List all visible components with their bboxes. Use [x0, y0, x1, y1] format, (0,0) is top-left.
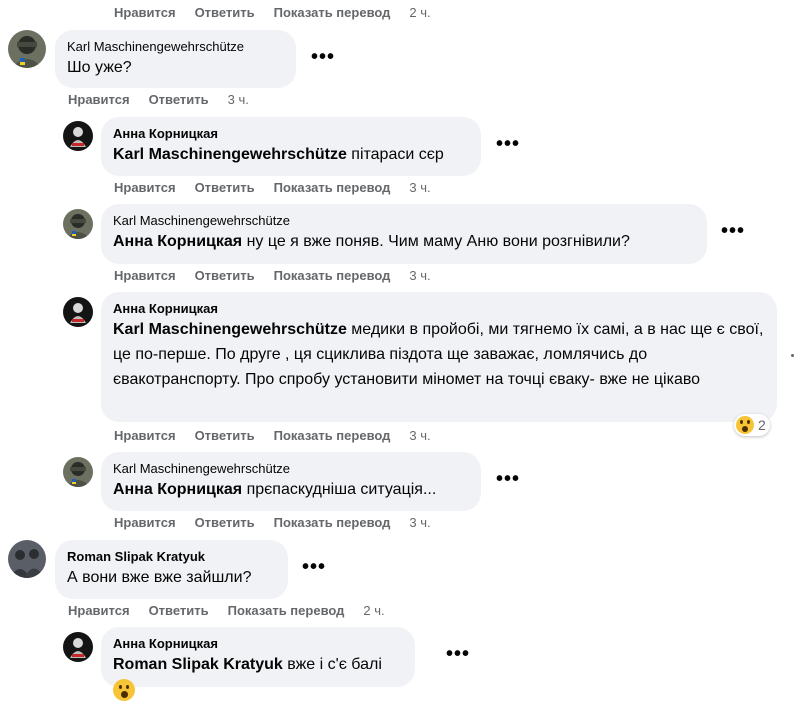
- wow-emoji-icon: [736, 416, 754, 434]
- avatar[interactable]: [8, 30, 46, 68]
- reply-button[interactable]: Ответить: [195, 268, 255, 283]
- mention-link[interactable]: Анна Корницкая: [113, 233, 242, 250]
- comment-text: прєпаскудніша ситуація...: [242, 481, 437, 498]
- comment-author[interactable]: Анна Корницкая: [113, 125, 469, 142]
- like-button[interactable]: Нравится: [114, 515, 176, 530]
- more-options-button[interactable]: •••: [496, 134, 520, 154]
- more-options-button[interactable]: •••: [721, 221, 745, 241]
- avatar-dark-icon: [63, 297, 93, 327]
- like-button[interactable]: Нравится: [114, 180, 176, 195]
- avatar[interactable]: [63, 457, 93, 487]
- avatar[interactable]: [63, 297, 93, 327]
- comment-bubble: Karl Maschinengewehrschütze Шо уже?: [55, 30, 296, 88]
- comment-bubble: Roman Slipak Kratyuk А вони вже вже зайш…: [55, 540, 288, 599]
- comment-text: ну це я вже поняв. Чим маму Аню вони роз…: [242, 233, 630, 250]
- show-translation-button[interactable]: Показать перевод: [274, 515, 391, 530]
- wow-emoji-icon: [113, 678, 135, 701]
- comment-text-wrap: Анна Корницкая прєпаскудніша ситуація...: [113, 477, 469, 502]
- overflow-indicator: [791, 354, 794, 357]
- comment-actions: Нравится Ответить Показать перевод 3 ч.: [114, 180, 450, 195]
- mention-link[interactable]: Анна Корницкая: [113, 481, 242, 498]
- avatar-group-icon: [8, 540, 46, 578]
- comment-bubble: Анна Корницкая Karl Maschinengewehrschüt…: [101, 117, 481, 176]
- comment-author[interactable]: Karl Maschinengewehrschütze: [113, 212, 695, 229]
- timestamp[interactable]: 3 ч.: [409, 268, 430, 283]
- comment-bubble: Анна Корницкая Karl Maschinengewehrschüt…: [101, 292, 777, 422]
- comment-text-wrap: Karl Maschinengewehrschütze пітараси сєр: [113, 142, 469, 167]
- reply-button[interactable]: Ответить: [149, 92, 209, 107]
- mention-link[interactable]: Karl Maschinengewehrschütze: [113, 146, 347, 163]
- comment-actions: Нравится Ответить 3 ч.: [68, 92, 268, 107]
- comment-text-wrap: Roman Slipak Kratyuk вже і с'є балі: [113, 652, 403, 702]
- more-options-button[interactable]: •••: [311, 47, 335, 67]
- avatar[interactable]: [63, 121, 93, 151]
- like-button[interactable]: Нравится: [114, 5, 176, 20]
- comment-author[interactable]: Karl Maschinengewehrschütze: [113, 460, 469, 477]
- comment-text: пітараси сєр: [346, 146, 444, 163]
- like-button[interactable]: Нравится: [114, 428, 176, 443]
- comment-author[interactable]: Karl Maschinengewehrschütze: [67, 38, 284, 55]
- like-button[interactable]: Нравится: [68, 92, 130, 107]
- mention-link[interactable]: Karl Maschinengewehrschütze: [113, 321, 347, 338]
- timestamp[interactable]: 2 ч.: [363, 603, 384, 618]
- avatar-soldier-icon: [8, 30, 46, 68]
- avatar[interactable]: [8, 540, 46, 578]
- timestamp[interactable]: 3 ч.: [228, 92, 249, 107]
- timestamp[interactable]: 3 ч.: [409, 180, 430, 195]
- timestamp[interactable]: 3 ч.: [409, 428, 430, 443]
- comment-actions-top: Нравится Ответить Показать перевод 2 ч.: [114, 5, 450, 20]
- avatar-soldier-icon: [63, 209, 93, 239]
- timestamp[interactable]: 2 ч.: [409, 5, 430, 20]
- reply-button[interactable]: Ответить: [195, 515, 255, 530]
- comment-bubble: Karl Maschinengewehrschütze Анна Корницк…: [101, 204, 707, 264]
- comment-text-wrap: Анна Корницкая ну це я вже поняв. Чим ма…: [113, 229, 695, 254]
- like-button[interactable]: Нравится: [68, 603, 130, 618]
- comment-actions: Нравится Ответить Показать перевод 2 ч.: [68, 603, 404, 618]
- more-options-button[interactable]: •••: [302, 557, 326, 577]
- more-options-button[interactable]: •••: [496, 469, 520, 489]
- avatar-soldier-icon: [63, 457, 93, 487]
- reply-button[interactable]: Ответить: [195, 428, 255, 443]
- comment-author[interactable]: Roman Slipak Kratyuk: [67, 548, 276, 565]
- like-button[interactable]: Нравится: [114, 268, 176, 283]
- comment-actions: Нравится Ответить Показать перевод 3 ч.: [114, 515, 450, 530]
- avatar-dark-icon: [63, 632, 93, 662]
- reply-button[interactable]: Ответить: [195, 180, 255, 195]
- comment-author[interactable]: Анна Корницкая: [113, 635, 403, 652]
- comment-actions: Нравится Ответить Показать перевод 3 ч.: [114, 428, 450, 443]
- reaction-summary[interactable]: 2: [734, 414, 770, 436]
- comment-text-wrap: Karl Maschinengewehrschütze медики в про…: [113, 317, 765, 392]
- mention-link[interactable]: Roman Slipak Kratyuk: [113, 656, 283, 673]
- reaction-count: 2: [758, 417, 766, 433]
- comment-actions: Нравится Ответить Показать перевод 3 ч.: [114, 268, 450, 283]
- reply-button[interactable]: Ответить: [149, 603, 209, 618]
- show-translation-button[interactable]: Показать перевод: [274, 268, 391, 283]
- comment-text: А вони вже вже зайшли?: [67, 569, 252, 586]
- comment-text: вже і с'є балі: [282, 656, 382, 673]
- comment-text: Шо уже?: [67, 59, 132, 76]
- avatar[interactable]: [63, 632, 93, 662]
- more-options-button[interactable]: •••: [446, 644, 470, 664]
- show-translation-button[interactable]: Показать перевод: [274, 428, 391, 443]
- show-translation-button[interactable]: Показать перевод: [228, 603, 345, 618]
- timestamp[interactable]: 3 ч.: [409, 515, 430, 530]
- comment-bubble: Анна Корницкая Roman Slipak Kratyuk вже …: [101, 627, 415, 701]
- avatar-dark-icon: [63, 121, 93, 151]
- comment-author[interactable]: Анна Корницкая: [113, 300, 765, 317]
- avatar[interactable]: [63, 209, 93, 239]
- comment-bubble: Karl Maschinengewehrschütze Анна Корницк…: [101, 452, 481, 511]
- show-translation-button[interactable]: Показать перевод: [274, 180, 391, 195]
- show-translation-button[interactable]: Показать перевод: [274, 5, 391, 20]
- reply-button[interactable]: Ответить: [195, 5, 255, 20]
